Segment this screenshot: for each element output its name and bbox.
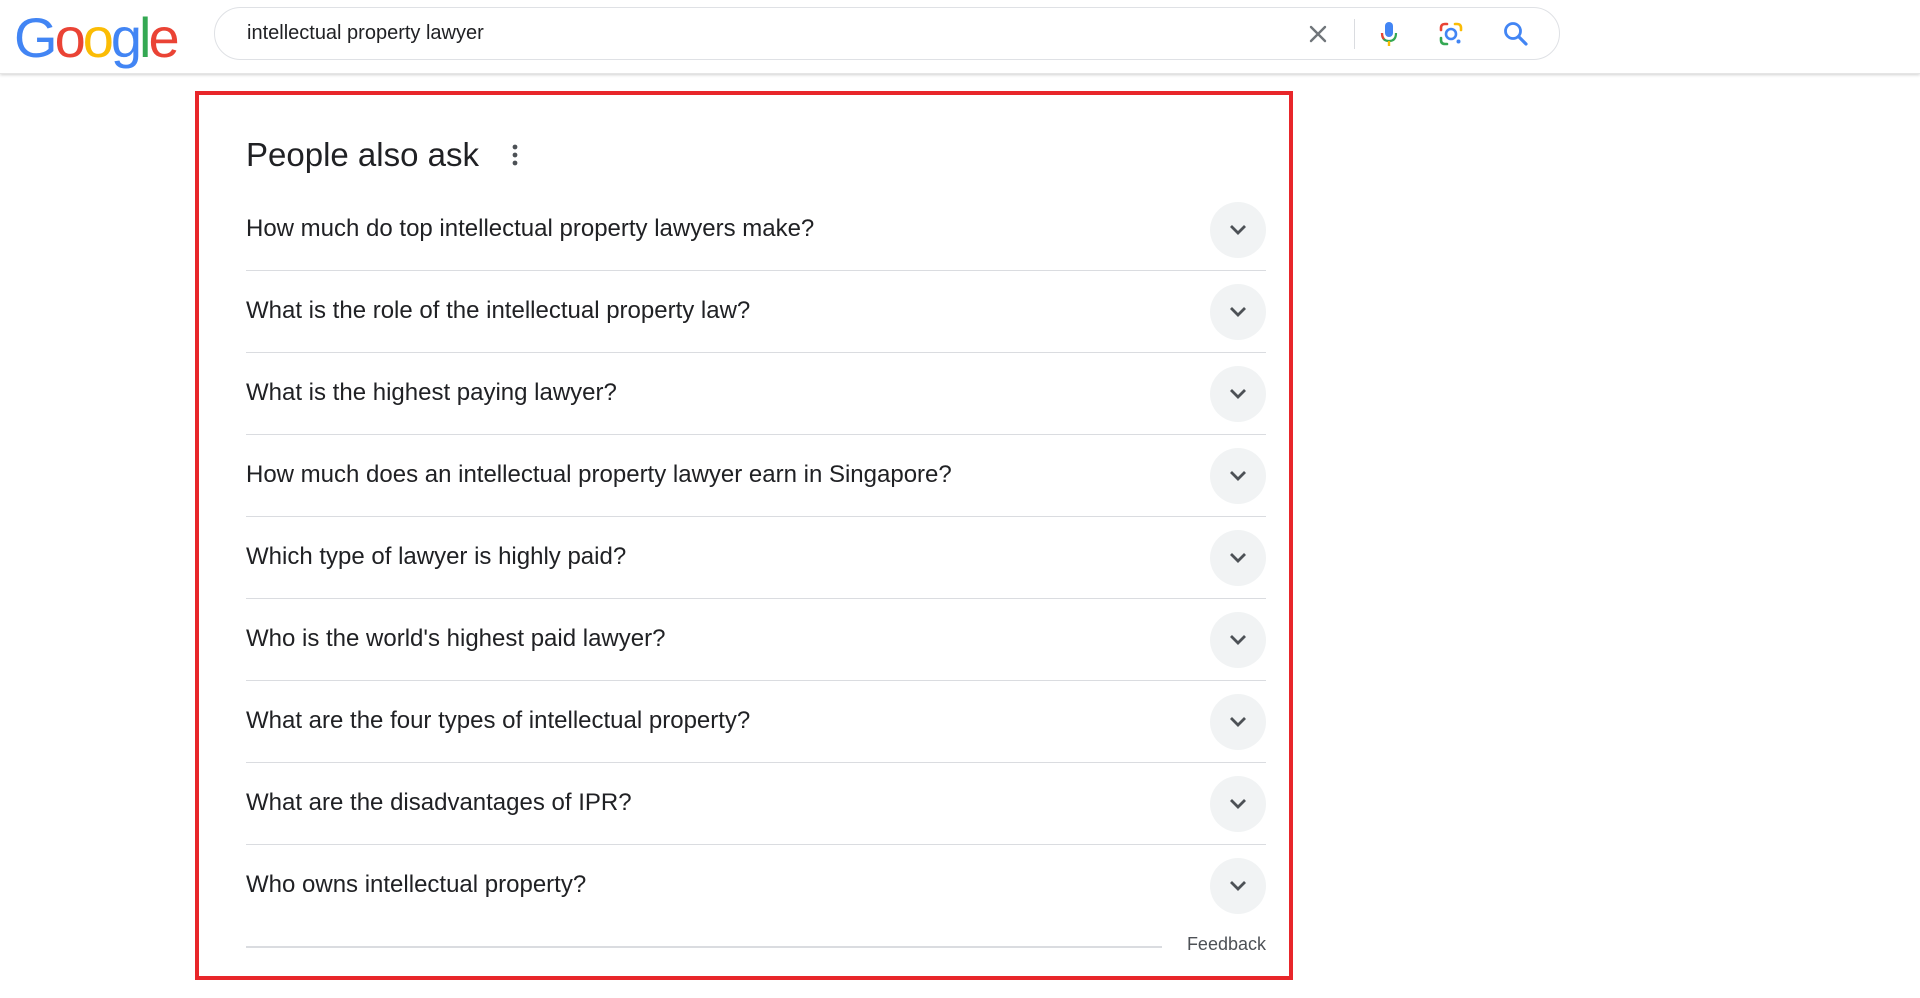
expand-button[interactable] [1210, 448, 1266, 504]
more-vertical-icon[interactable] [505, 139, 525, 171]
logo-letter: o [82, 6, 114, 69]
expand-button[interactable] [1210, 202, 1266, 258]
divider [246, 946, 1162, 948]
logo-letter: l [139, 6, 152, 69]
search-box [214, 7, 1560, 60]
paa-question-text: What is the highest paying lawyer? [246, 378, 617, 406]
paa-title: People also ask [246, 136, 479, 173]
google-logo[interactable]: Google [14, 6, 180, 69]
paa-question-text: Which type of lawyer is highly paid? [246, 542, 627, 570]
chevron-down-icon [1230, 635, 1246, 645]
paa-question[interactable]: What are the four types of intellectual … [246, 681, 1266, 763]
paa-question-text: Who is the world's highest paid lawyer? [246, 624, 666, 652]
paa-question[interactable]: Who is the world's highest paid lawyer? [246, 599, 1266, 681]
chevron-down-icon [1230, 717, 1246, 727]
search-divider [1354, 19, 1355, 49]
paa-header: People also ask [246, 135, 525, 175]
expand-button[interactable] [1210, 612, 1266, 668]
paa-question[interactable]: What is the role of the intellectual pro… [246, 271, 1266, 353]
microphone-icon[interactable] [1371, 16, 1407, 52]
chevron-down-icon [1230, 881, 1246, 891]
paa-question-text: How much does an intellectual property l… [246, 460, 952, 488]
paa-question[interactable]: What is the highest paying lawyer? [246, 353, 1266, 435]
feedback-row: Feedback [246, 934, 1266, 958]
expand-button[interactable] [1210, 530, 1266, 586]
feedback-link[interactable]: Feedback [1187, 934, 1266, 955]
paa-question-text: What is the role of the intellectual pro… [246, 296, 751, 324]
paa-question-text: Who owns intellectual property? [246, 871, 587, 898]
search-input[interactable] [247, 8, 1247, 59]
paa-question[interactable]: How much does an intellectual property l… [246, 435, 1266, 517]
logo-letter: o [54, 6, 86, 69]
chevron-down-icon [1230, 389, 1246, 399]
chevron-down-icon [1230, 225, 1246, 235]
paa-question[interactable]: What are the disadvantages of IPR? [246, 763, 1266, 845]
paa-question[interactable]: Who owns intellectual property? [246, 845, 1266, 927]
logo-letter: g [110, 6, 142, 69]
paa-question[interactable]: Which type of lawyer is highly paid? [246, 517, 1266, 599]
paa-question-text: What are the four types of intellectual … [246, 706, 751, 734]
search-icon[interactable] [1498, 16, 1534, 52]
close-icon[interactable] [1300, 16, 1336, 52]
paa-question-text: How much do top intellectual property la… [246, 214, 815, 242]
chevron-down-icon [1230, 307, 1246, 317]
logo-letter: G [14, 6, 58, 69]
chevron-down-icon [1230, 471, 1246, 481]
chevron-down-icon [1230, 799, 1246, 809]
google-lens-icon[interactable] [1433, 16, 1469, 52]
paa-question[interactable]: How much do top intellectual property la… [246, 189, 1266, 271]
expand-button[interactable] [1210, 366, 1266, 422]
logo-letter: e [148, 6, 179, 69]
expand-button[interactable] [1210, 776, 1266, 832]
expand-button[interactable] [1210, 694, 1266, 750]
paa-list: How much do top intellectual property la… [246, 189, 1266, 927]
chevron-down-icon [1230, 553, 1246, 563]
expand-button[interactable] [1210, 284, 1266, 340]
expand-button[interactable] [1210, 858, 1266, 914]
paa-question-text: What are the disadvantages of IPR? [246, 788, 632, 816]
header-bar: Google [0, 0, 1920, 74]
